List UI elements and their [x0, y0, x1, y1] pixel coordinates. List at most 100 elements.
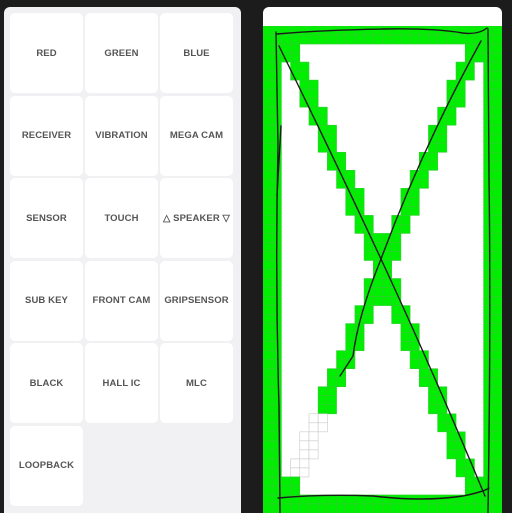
red-test-button[interactable]: RED: [10, 13, 83, 93]
passed-touch-cell: [483, 305, 494, 315]
sub-key-test-button[interactable]: SUB KEY: [10, 260, 83, 341]
front-cam-test-button[interactable]: FRONT CAM: [85, 260, 158, 341]
passed-touch-cell: [483, 377, 494, 388]
passed-touch-cell: [391, 503, 402, 513]
passed-touch-cell: [437, 413, 448, 424]
passed-touch-cell: [281, 43, 291, 54]
passed-touch-cell: [446, 503, 457, 513]
passed-touch-cell: [492, 287, 502, 297]
passed-touch-cell: [290, 43, 301, 54]
passed-touch-cell: [336, 494, 347, 505]
passed-touch-cell: [263, 206, 273, 216]
vibration-test-button[interactable]: VIBRATION: [85, 95, 158, 176]
passed-touch-cell: [391, 314, 402, 324]
passed-touch-cell: [455, 34, 466, 45]
passed-touch-cell: [317, 106, 328, 117]
passed-touch-cell: [327, 124, 337, 135]
touch-test-button[interactable]: TOUCH: [85, 178, 158, 258]
passed-touch-cell: [345, 503, 356, 513]
touch-test-canvas[interactable]: [263, 26, 502, 513]
passed-touch-cell: [464, 494, 475, 505]
passed-touch-cell: [327, 395, 337, 406]
passed-touch-cell: [363, 503, 374, 513]
touch-test-panel[interactable]: [263, 7, 502, 513]
passed-touch-cell: [492, 124, 502, 135]
loopback-test-button[interactable]: LOOPBACK: [10, 425, 83, 506]
passed-touch-cell: [336, 151, 347, 162]
passed-touch-cell: [492, 359, 502, 370]
passed-touch-cell: [400, 26, 411, 36]
passed-touch-cell: [492, 332, 502, 342]
passed-touch-cell: [317, 404, 328, 415]
hall-ic-test-button[interactable]: HALL IC: [85, 343, 158, 423]
passed-touch-cell: [263, 160, 273, 171]
pending-touch-cell: [308, 431, 319, 442]
passed-touch-cell: [446, 431, 457, 442]
passed-touch-cell: [492, 440, 502, 451]
blue-test-button[interactable]: BLUE: [160, 13, 233, 93]
passed-touch-cell: [483, 269, 494, 279]
passed-touch-cell: [354, 26, 365, 36]
passed-touch-cell: [308, 26, 319, 36]
passed-touch-cell: [492, 170, 502, 180]
passed-touch-cell: [308, 97, 319, 108]
passed-touch-cell: [483, 224, 494, 234]
passed-touch-cell: [327, 34, 337, 45]
passed-touch-cell: [290, 34, 301, 45]
passed-touch-cell: [428, 34, 438, 45]
passed-touch-cell: [271, 350, 282, 360]
mlc-test-button[interactable]: MLC: [160, 343, 233, 423]
passed-touch-cell: [418, 377, 429, 388]
passed-touch-cell: [263, 242, 273, 252]
passed-touch-cell: [263, 88, 273, 99]
gripsensor-test-button[interactable]: GRIPSENSOR: [160, 260, 233, 341]
passed-touch-cell: [428, 142, 438, 153]
passed-touch-cell: [409, 503, 420, 513]
passed-touch-cell: [483, 188, 494, 198]
passed-touch-cell: [483, 197, 494, 207]
passed-touch-cell: [492, 233, 502, 243]
sensor-test-button[interactable]: SENSOR: [10, 178, 83, 258]
mega-cam-test-button[interactable]: MEGA CAM: [160, 95, 233, 176]
passed-touch-cell: [391, 494, 402, 505]
passed-touch-cell: [428, 160, 438, 171]
passed-touch-cell: [483, 287, 494, 297]
passed-touch-cell: [263, 142, 273, 153]
passed-touch-cell: [363, 215, 374, 225]
passed-touch-cell: [263, 52, 273, 63]
passed-touch-cell: [400, 323, 411, 333]
receiver-test-button[interactable]: RECEIVER: [10, 95, 83, 176]
passed-touch-cell: [409, 341, 420, 351]
passed-touch-cell: [363, 26, 374, 36]
passed-touch-cell: [271, 386, 282, 397]
passed-touch-cell: [418, 26, 429, 36]
passed-touch-cell: [483, 242, 494, 252]
passed-touch-cell: [464, 34, 475, 45]
passed-touch-cell: [428, 503, 438, 513]
passed-touch-cell: [263, 124, 273, 135]
passed-touch-cell: [492, 142, 502, 153]
speaker-test-button[interactable]: △ SPEAKER ▽: [160, 178, 233, 258]
passed-touch-cell: [492, 206, 502, 216]
passed-touch-cell: [281, 494, 291, 505]
passed-touch-cell: [418, 368, 429, 379]
passed-touch-cell: [400, 332, 411, 342]
passed-touch-cell: [492, 79, 502, 90]
passed-touch-cell: [492, 269, 502, 279]
passed-touch-cell: [263, 332, 273, 342]
passed-touch-cell: [474, 52, 484, 63]
passed-touch-cell: [263, 485, 273, 496]
passed-touch-cell: [373, 34, 383, 45]
passed-touch-cell: [483, 368, 494, 379]
passed-touch-cell: [455, 449, 466, 460]
passed-touch-cell: [290, 503, 301, 513]
black-test-button[interactable]: BLACK: [10, 343, 83, 423]
passed-touch-cell: [271, 359, 282, 370]
passed-touch-cell: [336, 359, 347, 370]
passed-touch-cell: [263, 431, 273, 442]
passed-touch-cell: [271, 377, 282, 388]
passed-touch-cell: [345, 494, 356, 505]
passed-touch-cell: [345, 323, 356, 333]
passed-touch-cell: [363, 251, 374, 261]
green-test-button[interactable]: GREEN: [85, 13, 158, 93]
